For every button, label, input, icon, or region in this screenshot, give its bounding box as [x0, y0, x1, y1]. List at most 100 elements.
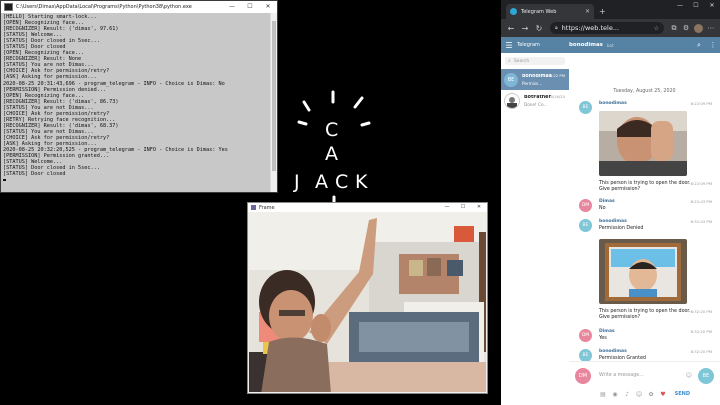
avatar: BE [579, 219, 592, 232]
dialog-botfather[interactable]: BotFather Done! Co... 8/16/20 [501, 90, 569, 111]
console-output: [HELLO] Starting smart-lock... [OPEN] Rec… [1, 13, 273, 192]
message-time: 8:22:09 PM [690, 181, 712, 186]
console-window[interactable]: C:\Users\Dimas\AppData\Local\Programs\Py… [0, 0, 278, 193]
maximize-icon[interactable]: ☐ [241, 1, 259, 13]
app-icon [251, 205, 256, 210]
emoji-icon[interactable]: ☺ [633, 391, 645, 398]
doodle-letter-k: K [355, 171, 368, 193]
camera-image [249, 212, 486, 392]
camera-icon[interactable]: ◉ [609, 391, 621, 398]
send-button[interactable]: SEND [675, 391, 690, 397]
chat-status: bot [606, 42, 614, 48]
tab-close-icon[interactable]: ✕ [585, 8, 590, 15]
search-placeholder: Search [513, 58, 530, 64]
maximize-icon[interactable]: ☐ [688, 0, 704, 12]
chat-name[interactable]: bonodimas [569, 42, 603, 48]
dialogs-sidebar: ⌕ Search BE bonodimas Permiss... 8:22 PM [501, 53, 570, 405]
menu-icon[interactable]: ☰ [501, 41, 517, 50]
dialog-bonodimas[interactable]: BE bonodimas Permiss... 8:22 PM [501, 69, 569, 90]
frame-window[interactable]: Frame — ☐ ✕ [247, 202, 488, 394]
browser-window[interactable]: Telegram Web ✕ + — ☐ ✕ ← → ↻ 🔒︎ https://… [501, 0, 720, 405]
lock-icon[interactable]: 🔒︎ [555, 25, 558, 31]
dialog-time: 8:22 PM [549, 73, 565, 78]
avatar: DM [579, 329, 592, 342]
extensions-icon[interactable]: ⚙ [680, 24, 692, 32]
search-icon[interactable]: ⌕ [692, 41, 706, 50]
address-bar[interactable]: 🔒︎ https://web.tele... ☆ [550, 22, 664, 34]
doodle-letter-c1: C [325, 119, 338, 141]
message-item[interactable]: BE bonodimas 8:22:09 PM [579, 101, 712, 181]
message-text: This person is trying to open the door. … [599, 181, 691, 193]
telegram-app: ☰ Telegram bonodimas bot ⌕ ⋮ ⌕ Search BE… [501, 37, 720, 405]
url-text: https://web.tele... [561, 24, 620, 32]
heart-icon[interactable]: ♥ [657, 391, 669, 398]
botfather-icon [507, 96, 517, 108]
message-sender: bonodimas [599, 349, 627, 354]
message-text: No [599, 206, 606, 211]
console-scrollbar[interactable] [270, 13, 277, 192]
tab-bar: Telegram Web ✕ + — ☐ ✕ [501, 0, 720, 19]
message-photo[interactable] [599, 111, 687, 176]
message-sender: Dimas [599, 329, 615, 334]
telegram-brand: Telegram [517, 42, 540, 48]
message-line: Give permission? [599, 315, 641, 320]
more-icon[interactable]: ⋮ [706, 41, 720, 49]
console-cursor [3, 179, 6, 182]
message-time: 8:32:20 PM [690, 309, 712, 314]
avatar: BE [579, 101, 592, 114]
new-tab-icon[interactable]: + [599, 7, 606, 16]
dialog-preview: Permiss... [522, 80, 543, 86]
face-photo [599, 111, 687, 176]
message-time: 8:31:43 PM [690, 219, 712, 224]
message-item[interactable]: DM Dimas 8:22:43 PM No [579, 199, 712, 215]
message-photo[interactable] [599, 239, 687, 304]
message-sender: Dimas [599, 199, 615, 204]
sticker-icon[interactable]: ✿ [645, 391, 657, 398]
collections-icon[interactable]: ⧉ [668, 24, 680, 33]
address-toolbar: ← → ↻ 🔒︎ https://web.tele... ☆ ⧉ ⚙ ⋯ [501, 19, 720, 37]
document-icon[interactable]: ▤ [597, 391, 609, 398]
minimize-icon[interactable]: — [672, 0, 688, 12]
message-input[interactable]: Write a message... [599, 373, 644, 378]
console-titlebar[interactable]: C:\Users\Dimas\AppData\Local\Programs\Py… [1, 1, 277, 13]
date-separator: Tuesday, August 25, 2020 [613, 89, 676, 94]
star-icon[interactable]: ☆ [654, 25, 659, 32]
dialog-preview: Done! Co... [524, 101, 548, 107]
close-icon[interactable]: ✕ [259, 1, 277, 13]
microphone-icon[interactable]: ♪ [621, 391, 633, 398]
telegram-header: ☰ Telegram bonodimas bot ⌕ ⋮ [501, 37, 720, 53]
console-text: [HELLO] Starting smart-lock... [OPEN] Rec… [3, 14, 271, 183]
message-text: This person is trying to open the door. … [599, 309, 691, 321]
minimize-icon[interactable]: — [439, 203, 455, 212]
scrollbar-thumb[interactable] [272, 21, 276, 171]
tab-telegram[interactable]: Telegram Web ✕ [506, 4, 594, 19]
message-time: 8:22:43 PM [690, 199, 712, 204]
frame-title: Frame [259, 204, 275, 211]
telegram-icon [510, 8, 517, 15]
emoji-icon[interactable]: ☺ [686, 372, 692, 379]
chat-history[interactable]: Tuesday, August 25, 2020 BE bonodimas 8:… [569, 53, 720, 405]
message-time: 8:32:20 PM [690, 329, 712, 334]
reload-icon[interactable]: ↻ [532, 24, 546, 33]
close-icon[interactable]: ✕ [471, 203, 487, 212]
close-icon[interactable]: ✕ [704, 0, 720, 12]
console-title: C:\Users\Dimas\AppData\Local\Programs\Py… [16, 4, 192, 10]
frame-titlebar[interactable]: Frame — ☐ ✕ [248, 203, 487, 212]
cajack-doodle: C A J A C K [293, 90, 371, 206]
message-text: Yes [599, 336, 607, 341]
my-avatar[interactable]: DM [575, 368, 591, 384]
profile-avatar[interactable] [694, 23, 703, 33]
back-icon[interactable]: ← [504, 24, 518, 33]
avatar: BE [504, 72, 518, 87]
peer-avatar[interactable]: BE [698, 368, 714, 384]
search-input[interactable]: ⌕ Search [505, 57, 565, 65]
message-item[interactable]: BE bonodimas 8:31:43 PM Permission Denie… [579, 219, 712, 235]
tab-title: Telegram Web [521, 8, 557, 15]
more-icon[interactable]: ⋯ [705, 24, 717, 32]
minimize-icon[interactable]: — [223, 1, 241, 13]
terminal-icon [4, 3, 13, 11]
dialog-time: 8/16/20 [550, 94, 565, 99]
forward-icon[interactable]: → [518, 24, 532, 33]
maximize-icon[interactable]: ☐ [455, 203, 471, 212]
message-item[interactable]: DM Dimas 8:32:20 PM Yes [579, 329, 712, 345]
